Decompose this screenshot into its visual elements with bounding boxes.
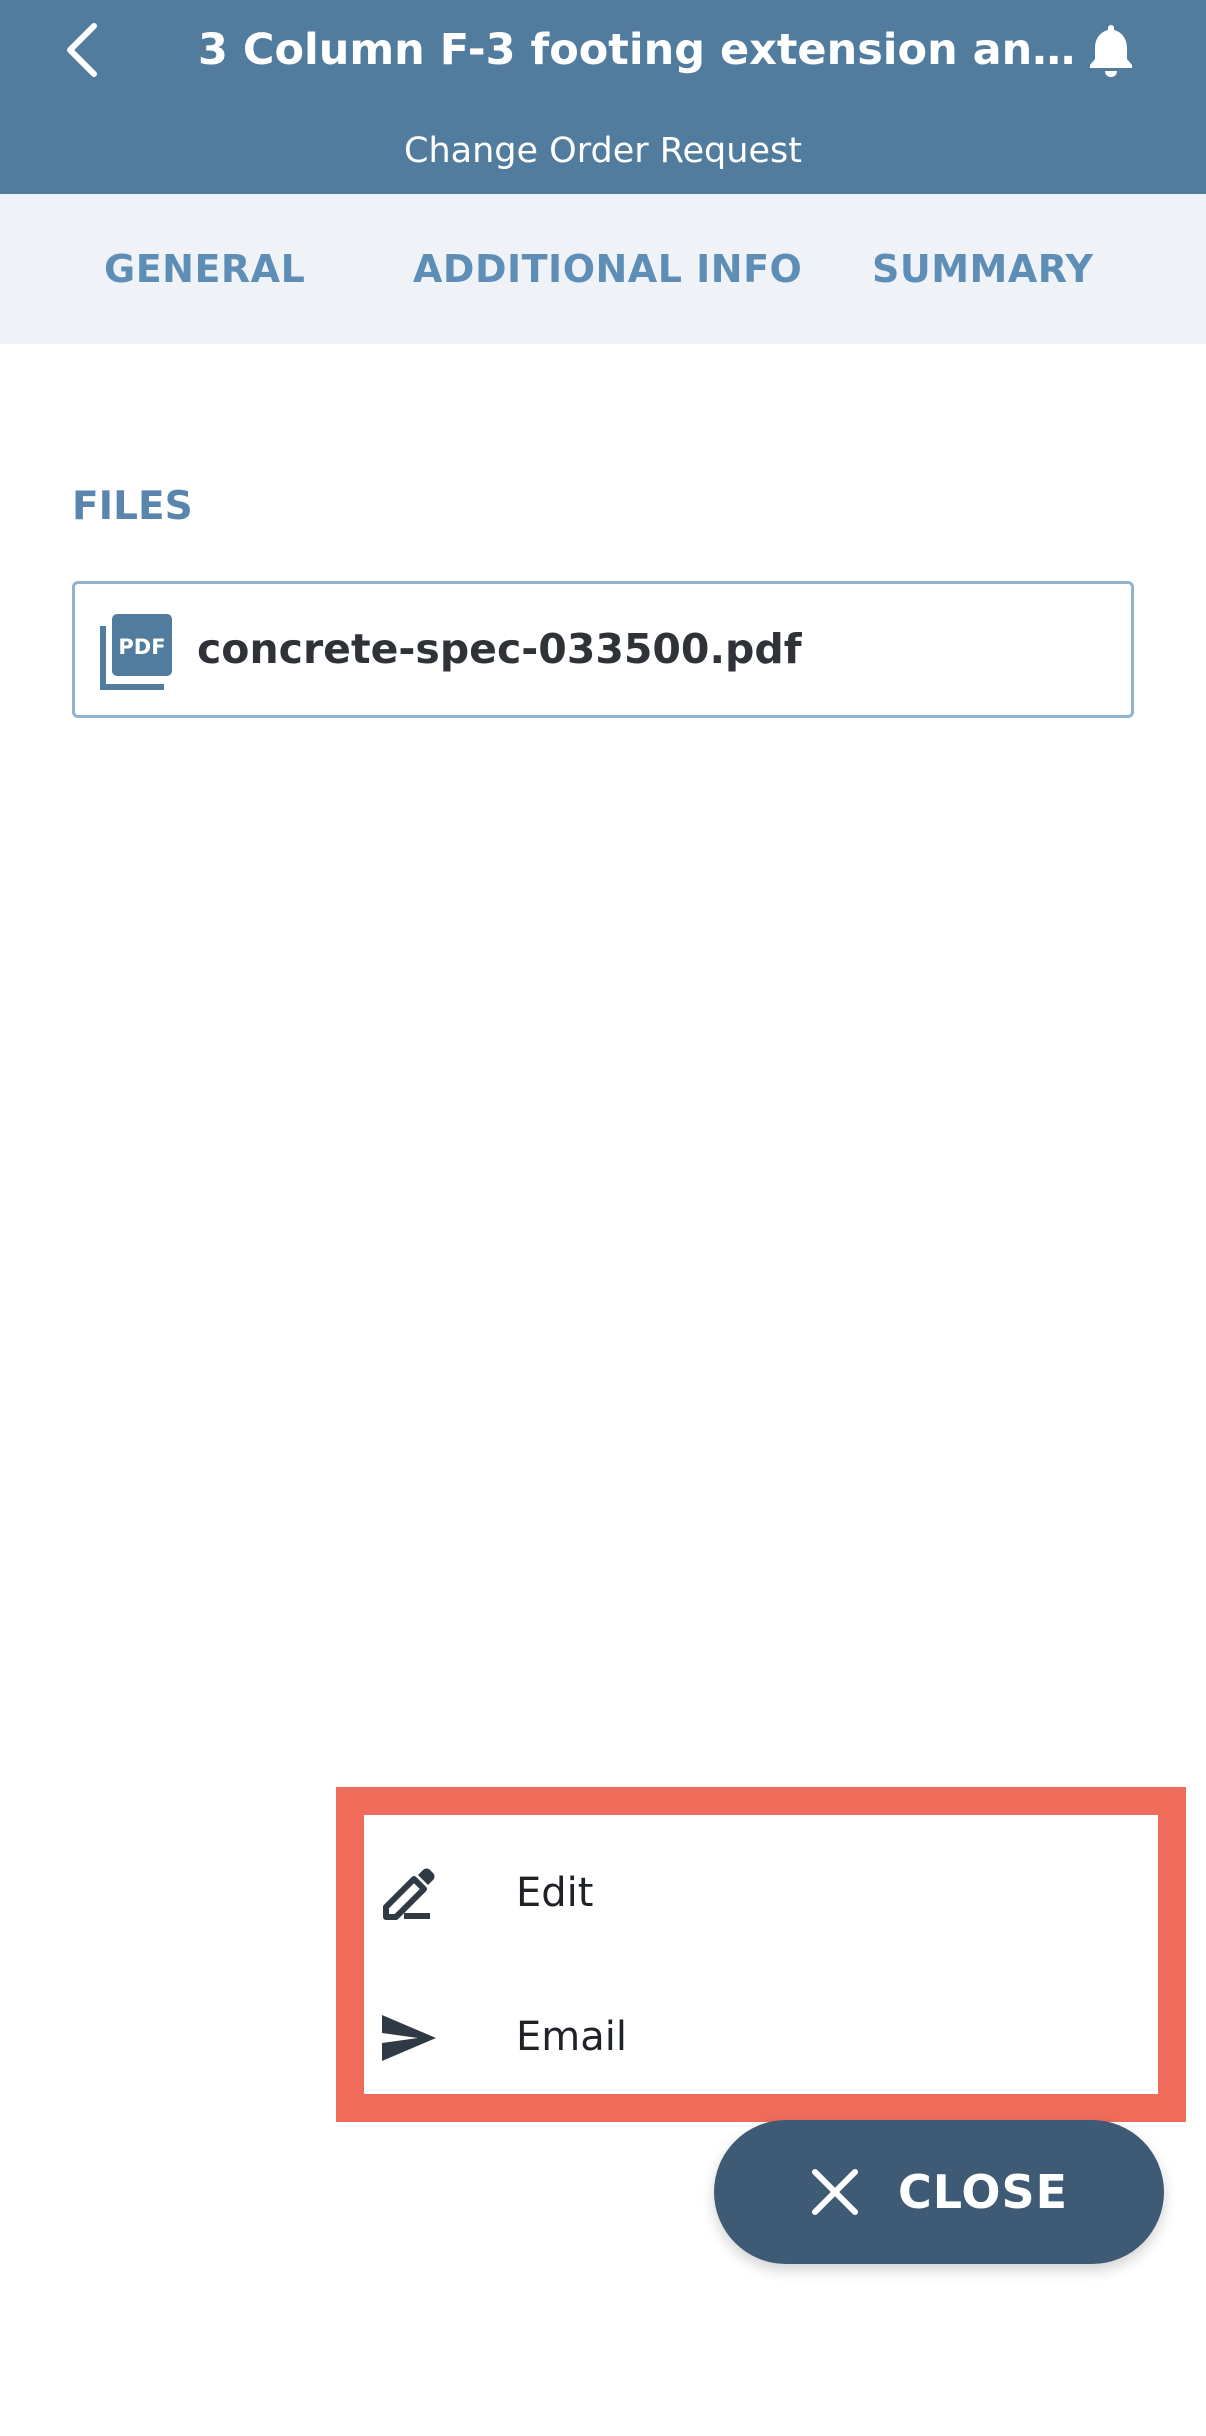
tab-additional-info[interactable]: ADDITIONAL INFO: [413, 194, 802, 344]
close-button-label: CLOSE: [897, 2165, 1069, 2219]
email-menu-label: Email: [516, 2014, 627, 2060]
edit-menu-label: Edit: [516, 1870, 594, 1916]
action-menu: Edit Email: [336, 1787, 1186, 2122]
file-attachment[interactable]: PDF concrete-spec-033500.pdf: [72, 581, 1134, 718]
back-button[interactable]: [52, 14, 112, 86]
tab-bar: GENERAL ADDITIONAL INFO SUMMARY: [0, 194, 1206, 344]
svg-text:PDF: PDF: [118, 635, 165, 659]
app-header: 3 Column F-3 footing extension and adde……: [0, 0, 1206, 194]
screen: 3 Column F-3 footing extension and adde……: [0, 0, 1206, 2436]
page-subtitle: Change Order Request: [404, 131, 802, 171]
files-section-label: FILES: [72, 484, 193, 529]
page-title: 3 Column F-3 footing extension and adde…: [198, 25, 1088, 75]
send-icon: [382, 2015, 436, 2061]
close-button[interactable]: CLOSE: [714, 2120, 1164, 2264]
pdf-icon: PDF: [100, 614, 172, 690]
edit-menu-item[interactable]: Edit: [364, 1823, 1158, 1963]
email-menu-item[interactable]: Email: [364, 1967, 1158, 2107]
chevron-left-icon: [67, 23, 97, 77]
file-name: concrete-spec-033500.pdf: [197, 625, 802, 673]
pencil-icon: [383, 1868, 435, 1920]
tab-summary[interactable]: SUMMARY: [872, 194, 1093, 344]
notifications-button[interactable]: [1080, 14, 1142, 86]
tab-general[interactable]: GENERAL: [104, 194, 305, 344]
bell-icon: [1090, 25, 1132, 77]
close-icon: [811, 2169, 858, 2215]
